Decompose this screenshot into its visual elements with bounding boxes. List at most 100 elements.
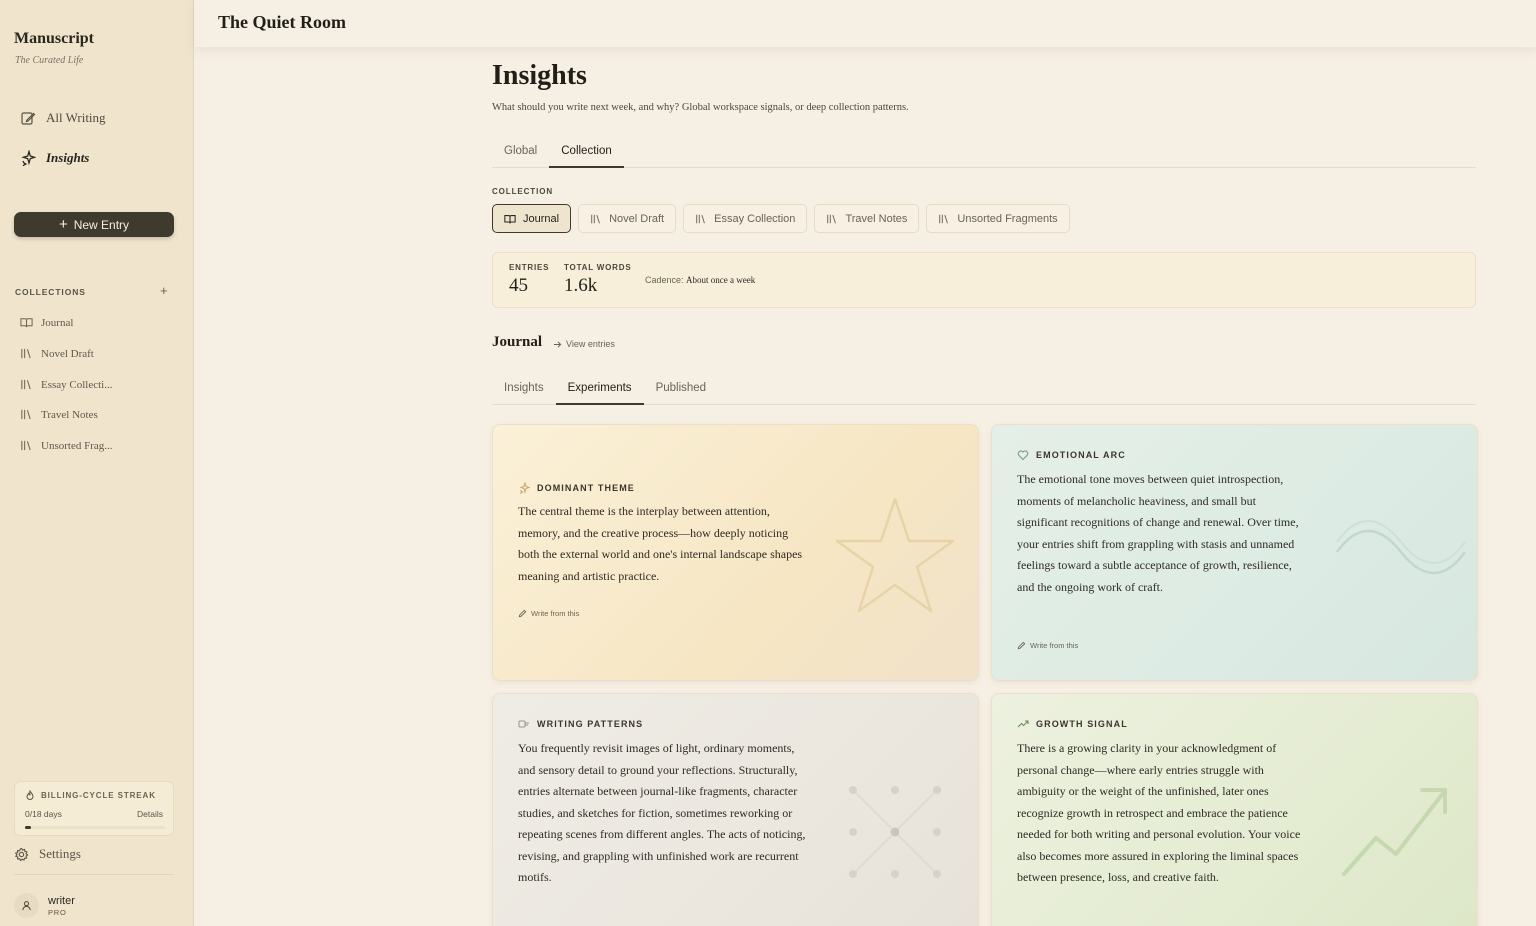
card-header: GROWTH SIGNAL bbox=[1017, 718, 1128, 730]
library-icon bbox=[21, 379, 31, 390]
collection-subtabs: Insights Experiments Published bbox=[492, 382, 1476, 405]
sparkle-icon bbox=[21, 150, 36, 166]
scope-tabs: Global Collection bbox=[492, 145, 1476, 168]
tab-collection[interactable]: Collection bbox=[549, 145, 624, 168]
stat-words-value: 1.6k bbox=[564, 275, 598, 296]
sidebar-collection-journal[interactable]: Journal bbox=[20, 316, 73, 329]
card-header: DOMINANT THEME bbox=[518, 482, 635, 494]
settings-button[interactable]: Settings bbox=[14, 846, 81, 862]
book-icon bbox=[504, 214, 516, 223]
stat-words-label: TOTAL WORDS bbox=[564, 263, 632, 272]
write-from-this-button[interactable]: Write from this bbox=[1017, 641, 1078, 650]
nav-insights[interactable]: Insights bbox=[20, 150, 89, 166]
wave-icon bbox=[1335, 520, 1467, 575]
chip-journal[interactable]: Journal bbox=[492, 204, 572, 233]
collection-label: COLLECTION bbox=[492, 187, 553, 196]
sidebar-collection-label: Novel Draft bbox=[41, 347, 94, 360]
card-body: The emotional tone moves between quiet i… bbox=[1017, 472, 1299, 594]
star-icon bbox=[835, 497, 955, 613]
new-entry-button[interactable]: + New Entry bbox=[14, 212, 174, 237]
chip-travel-notes[interactable]: Travel Notes bbox=[814, 204, 920, 233]
streak-progress-fill bbox=[25, 826, 31, 829]
edit-icon bbox=[21, 112, 36, 125]
card-body: You frequently revisit images of light, … bbox=[518, 741, 806, 884]
sidebar-collection-novel-draft[interactable]: Novel Draft bbox=[20, 347, 94, 360]
sidebar-collection-essay[interactable]: Essay Collecti... bbox=[20, 378, 113, 391]
write-from-this-button[interactable]: Write from this bbox=[518, 609, 579, 618]
subtab-published[interactable]: Published bbox=[644, 382, 719, 404]
chip-essay-collection[interactable]: Essay Collection bbox=[683, 204, 808, 233]
sidebar-collection-label: Essay Collecti... bbox=[41, 378, 113, 391]
sidebar-collection-unsorted[interactable]: Unsorted Frag... bbox=[20, 439, 113, 452]
settings-label: Settings bbox=[39, 846, 81, 861]
pencil-icon bbox=[1017, 641, 1026, 650]
stat-entries: ENTRIES 45 bbox=[509, 263, 549, 297]
streak-title: BILLING-CYCLE STREAK bbox=[41, 790, 156, 800]
library-icon bbox=[696, 214, 705, 223]
heart-icon bbox=[1017, 450, 1029, 461]
card-title: DOMINANT THEME bbox=[537, 483, 635, 493]
collection-chips: Journal Novel Draft Essay Collection Tra… bbox=[492, 204, 1070, 233]
sidebar-collection-travel-notes[interactable]: Travel Notes bbox=[20, 408, 98, 421]
chip-label: Essay Collection bbox=[714, 212, 796, 225]
stat-words: TOTAL WORDS 1.6k bbox=[564, 263, 631, 297]
user-plan-badge: PRO bbox=[48, 907, 67, 917]
user-profile[interactable]: writer PRO bbox=[14, 893, 75, 918]
nav-all-writing-label: All Writing bbox=[46, 110, 106, 125]
chip-novel-draft[interactable]: Novel Draft bbox=[578, 204, 677, 233]
sidebar-collection-label: Unsorted Frag... bbox=[41, 439, 113, 452]
brand-name: Manuscript bbox=[14, 30, 94, 47]
chip-label: Unsorted Fragments bbox=[957, 212, 1058, 225]
plus-icon: + bbox=[58, 216, 68, 233]
sidebar-divider bbox=[14, 874, 174, 875]
subtab-experiments[interactable]: Experiments bbox=[555, 382, 644, 405]
book-icon bbox=[20, 318, 33, 328]
view-entries-link[interactable]: View entries bbox=[553, 339, 615, 349]
card-title: EMOTIONAL ARC bbox=[1036, 450, 1126, 460]
subtab-insights[interactable]: Insights bbox=[492, 382, 556, 404]
brand-tagline: The Curated Life bbox=[15, 55, 84, 66]
collection-stats: ENTRIES 45 TOTAL WORDS 1.6k Cadence: Abo… bbox=[492, 252, 1476, 308]
nav-all-writing[interactable]: All Writing bbox=[20, 110, 106, 126]
user-name: writer bbox=[48, 894, 75, 907]
card-writing-patterns: WRITING PATTERNS You frequently revisit … bbox=[492, 693, 979, 926]
chip-label: Journal bbox=[523, 212, 560, 225]
page-subtitle: What should you write next week, and why… bbox=[492, 102, 909, 113]
sidebar-collection-label: Travel Notes bbox=[41, 408, 98, 421]
streak-progress-bar bbox=[25, 826, 165, 829]
chip-label: Travel Notes bbox=[845, 212, 908, 225]
library-icon bbox=[827, 214, 837, 223]
top-bar: The Quiet Room bbox=[194, 0, 1536, 47]
chip-label: Novel Draft bbox=[609, 212, 665, 225]
stat-entries-label: ENTRIES bbox=[509, 263, 550, 272]
write-from-this-label: Write from this bbox=[531, 609, 580, 618]
card-title: GROWTH SIGNAL bbox=[1036, 719, 1128, 729]
tab-global[interactable]: Global bbox=[492, 145, 549, 167]
avatar bbox=[14, 893, 39, 918]
streak-panel: BILLING-CYCLE STREAK 0/18 days Details bbox=[14, 781, 174, 836]
collection-title: Journal bbox=[492, 334, 543, 350]
chip-unsorted-fragments[interactable]: Unsorted Fragments bbox=[926, 204, 1070, 233]
library-icon bbox=[21, 409, 31, 420]
network-icon bbox=[849, 786, 941, 878]
library-icon bbox=[939, 214, 949, 223]
new-entry-label: New Entry bbox=[73, 217, 130, 232]
trending-up-icon bbox=[1017, 720, 1029, 728]
collections-heading: COLLECTIONS bbox=[15, 287, 86, 297]
view-entries-label: View entries bbox=[566, 339, 615, 349]
library-icon bbox=[591, 214, 600, 223]
cadence-label: Cadence: bbox=[645, 275, 684, 285]
flame-icon bbox=[26, 790, 34, 800]
write-from-this-label: Write from this bbox=[1030, 641, 1079, 650]
streak-days: 0/18 days bbox=[25, 809, 62, 819]
card-dominant-theme: DOMINANT THEME The central theme is the … bbox=[492, 424, 979, 681]
card-body: There is a growing clarity in your ackno… bbox=[1017, 741, 1301, 884]
sidebar-collection-label: Journal bbox=[41, 316, 74, 329]
cadence-value: About once a week bbox=[686, 275, 756, 285]
card-body: The central theme is the interplay betwe… bbox=[518, 504, 803, 583]
sparkle-icon bbox=[519, 482, 530, 494]
add-collection-icon[interactable]: + bbox=[160, 283, 168, 298]
library-icon bbox=[21, 348, 31, 359]
streak-details-link[interactable]: Details bbox=[137, 809, 163, 819]
streak-title-row: BILLING-CYCLE STREAK bbox=[25, 790, 156, 800]
